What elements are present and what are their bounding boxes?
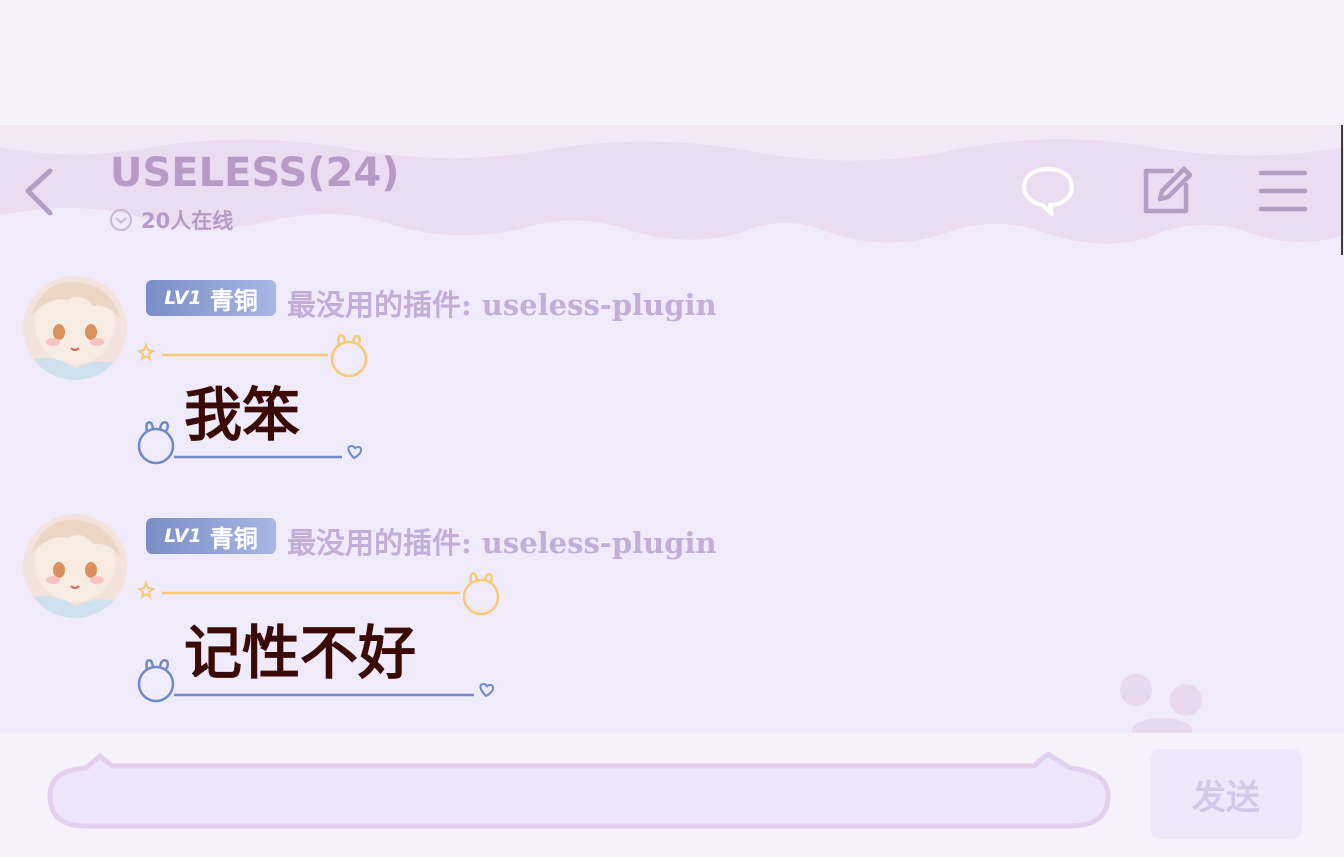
level-rank: 青铜	[209, 286, 258, 315]
message-text: 我笨	[184, 381, 301, 449]
level-rank: 青铜	[209, 524, 258, 553]
user-avatar[interactable]	[23, 276, 127, 380]
message-text: 记性不好	[184, 619, 417, 687]
chat-bubble-icon[interactable]	[1020, 163, 1076, 219]
sender-name: 最没用的插件: useless-plugin	[287, 288, 717, 322]
online-check-icon	[110, 209, 132, 231]
online-count: 20人在线	[141, 209, 234, 233]
paw-print-decoration	[1120, 674, 1202, 734]
back-arrow-icon[interactable]	[20, 163, 64, 219]
message-input[interactable]	[62, 772, 1096, 818]
level-label: LV1	[164, 525, 202, 547]
user-avatar[interactable]	[23, 514, 127, 618]
sender-name: 最没用的插件: useless-plugin	[287, 526, 717, 560]
message-item: LV1 青铜 最没用的插件: useless-plugin 我笨	[0, 276, 1344, 506]
level-label: LV1	[164, 287, 202, 309]
top-blank-area	[0, 0, 1344, 130]
chat-title: USELESS(24)	[110, 150, 400, 196]
level-badge: LV1 青铜	[146, 280, 276, 316]
menu-icon[interactable]	[1256, 163, 1312, 219]
level-badge: LV1 青铜	[146, 518, 276, 554]
edit-icon[interactable]	[1138, 163, 1194, 219]
online-status: 20人在线	[109, 205, 233, 235]
send-button[interactable]: 发送	[1150, 749, 1302, 839]
